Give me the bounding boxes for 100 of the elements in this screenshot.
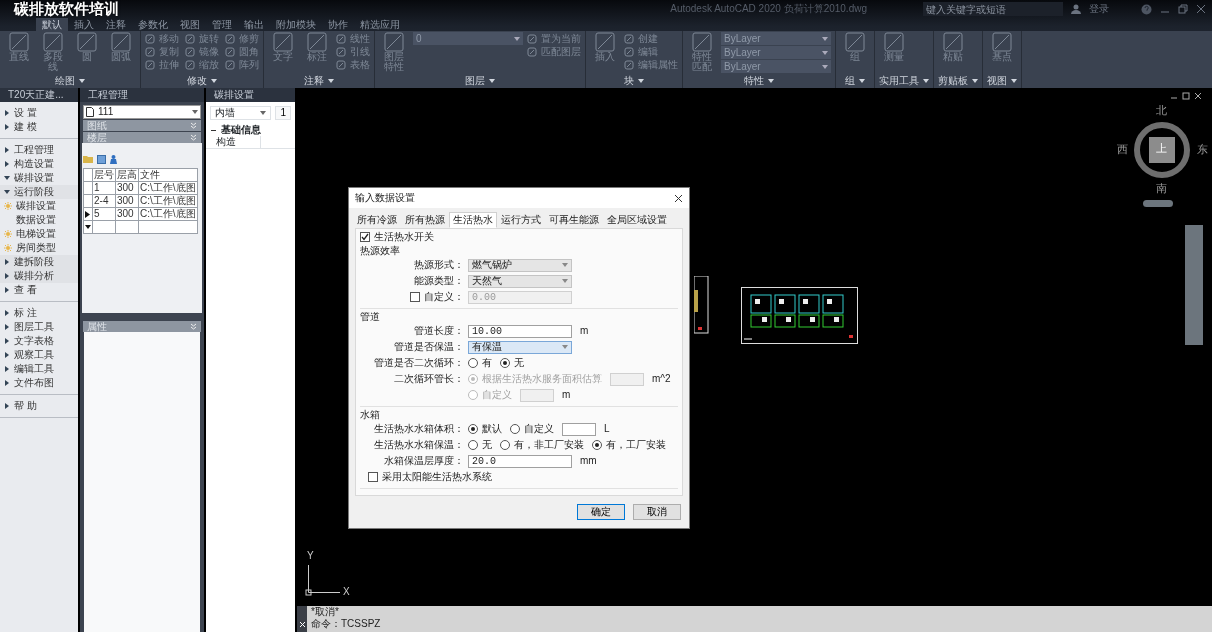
tool-icon[interactable] [225,33,235,44]
ribbon-tab[interactable]: 精选应用 [354,18,406,31]
tool-icon[interactable] [145,46,155,57]
tool-label[interactable]: 组 [850,52,860,62]
caret-icon[interactable] [1011,78,1017,83]
compass-label[interactable]: 北 [1156,104,1167,118]
compass-label[interactable]: 南 [1156,182,1167,196]
text-field[interactable]: 20.0 [468,454,572,468]
caret-icon[interactable] [260,111,267,115]
tool-icon[interactable] [9,32,29,52]
menu-item[interactable]: 帮 助 [14,400,37,412]
menu-item[interactable]: 构造设置 [14,158,54,170]
picture-icon[interactable] [97,155,106,164]
expand-arrow-icon[interactable] [4,366,10,372]
menu-item[interactable]: 数据设置 [16,214,56,226]
ribbon-tab[interactable]: 附加模块 [270,18,322,31]
dialog-tab[interactable]: 生活热水 [449,212,497,228]
tool-icon[interactable] [595,32,615,52]
tool-icon[interactable] [336,33,346,44]
view-cube-drawing[interactable] [1132,120,1192,180]
expand-arrow-icon[interactable] [4,161,10,167]
menu-item[interactable]: 设 置 [14,107,37,119]
tool-icon[interactable] [624,46,634,57]
text-field[interactable] [562,422,596,436]
dialog-button[interactable]: 取消 [633,504,681,520]
coordinate-menu-button[interactable] [1143,200,1173,207]
menu-item[interactable]: 标 注 [14,307,37,319]
ribbon-tab[interactable]: 视图 [174,18,206,31]
checkbox[interactable] [360,232,370,242]
tool-icon[interactable] [527,33,537,44]
text-field[interactable]: 10.00 [468,324,572,338]
dialog-tab[interactable]: 所有热源 [401,212,449,228]
help-icon[interactable] [1141,3,1152,15]
radio-button[interactable] [500,440,510,450]
tool-icon[interactable] [845,32,865,52]
sign-in-link[interactable]: 登录 [1089,3,1109,15]
dialog-tab[interactable]: 运行方式 [497,212,545,228]
caret-icon[interactable] [822,50,828,55]
checkbox[interactable] [368,472,378,482]
tool-icon[interactable] [692,32,712,52]
dialog-tab[interactable]: 全局区域设置 [603,212,671,228]
tool-icon[interactable] [336,46,346,57]
menu-item[interactable]: 观察工具 [14,349,54,361]
restore-icon[interactable] [1182,92,1190,100]
radio-button[interactable] [510,424,520,434]
menu-item[interactable]: 房间类型 [16,242,56,254]
menu-item[interactable]: 工程管理 [14,144,54,156]
menu-item[interactable]: 电梯设置 [16,228,56,240]
caret-icon[interactable] [638,78,644,83]
tool-icon[interactable] [225,59,235,70]
checkbox[interactable] [410,292,420,302]
tool-icon[interactable] [336,59,346,70]
caret-icon[interactable] [822,64,828,69]
menu-item[interactable]: 查 看 [14,284,37,296]
expand-arrow-icon[interactable] [4,189,10,195]
ribbon-tab[interactable]: 默认 [36,18,68,31]
caret-icon[interactable] [489,78,495,83]
close-icon[interactable] [1194,92,1202,100]
dropdown[interactable]: 天然气 [468,274,572,288]
menu-item[interactable]: 文件布图 [14,377,54,389]
user-icon[interactable] [1071,4,1081,14]
radio-button[interactable] [468,424,478,434]
menu-item[interactable]: 图层工具 [14,321,54,333]
expand-arrow-icon[interactable] [4,403,10,409]
tool-icon[interactable] [77,32,97,52]
radio-button[interactable] [500,358,510,368]
dialog-button[interactable]: 确定 [577,504,625,520]
tool-icon[interactable] [307,32,327,52]
tool-label[interactable]: 圆角 [239,45,259,58]
page-toggle[interactable]: 1 [275,106,291,120]
ribbon-tab[interactable]: 注释 [100,18,132,31]
caret-icon[interactable] [972,78,978,83]
menu-item[interactable]: 编辑工具 [14,363,54,375]
new-row-icon[interactable] [85,224,91,231]
tool-icon[interactable] [225,46,235,57]
caret-icon[interactable] [514,36,520,41]
dialog-tab[interactable]: 所有冷源 [353,212,401,228]
caret-icon[interactable] [768,78,774,83]
menu-item[interactable]: 建 模 [14,121,37,133]
caret-icon[interactable] [79,78,85,83]
ribbon-tab[interactable]: 参数化 [132,18,174,31]
search-field[interactable]: 键入关键字或短语 [923,2,1063,16]
tool-icon[interactable] [145,33,155,44]
ribbon-tab[interactable]: 协作 [322,18,354,31]
project-dropdown[interactable]: 111 [83,105,201,119]
tool-icon[interactable] [145,59,155,70]
tool-icon[interactable] [992,32,1012,52]
ribbon-tab[interactable]: 插入 [68,18,100,31]
compass-label[interactable]: 西 [1117,143,1128,157]
menu-item[interactable]: 碳排设置 [16,200,56,212]
tool-icon[interactable] [943,32,963,52]
tool-icon[interactable] [384,32,404,52]
expand-arrow-icon[interactable] [4,310,10,316]
caret-icon[interactable] [328,78,334,83]
tool-icon[interactable] [185,33,195,44]
menu-item[interactable]: 碳排设置 [14,172,54,184]
tool-icon[interactable] [624,33,634,44]
close-icon[interactable] [674,193,683,203]
expand-arrow-icon[interactable] [4,352,10,358]
ribbon-tab[interactable]: 输出 [238,18,270,31]
